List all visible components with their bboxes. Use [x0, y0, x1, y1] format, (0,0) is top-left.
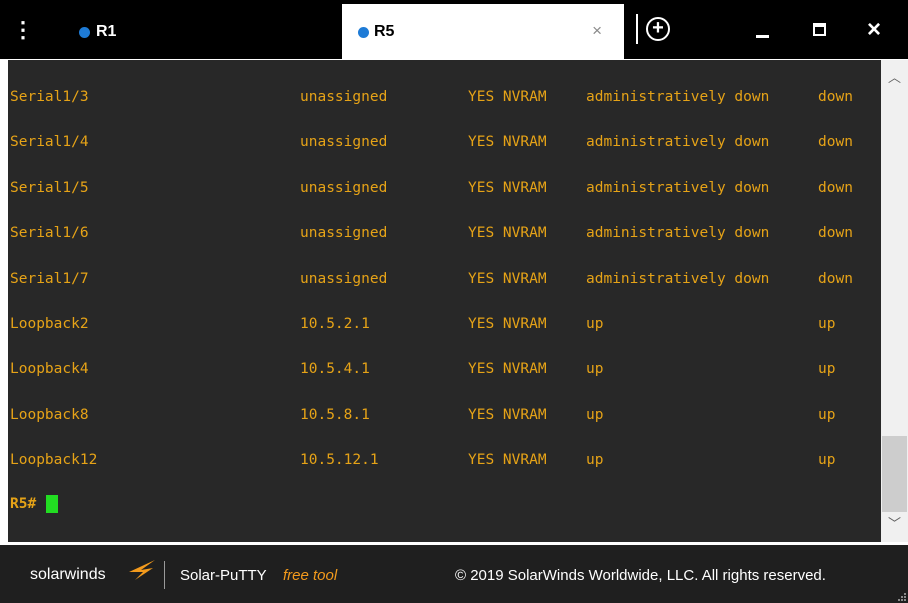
cell-status: administratively down — [586, 180, 770, 196]
cell-ok: YES NVRAM — [468, 225, 547, 241]
cell-ok: YES NVRAM — [468, 361, 547, 377]
footer-divider — [164, 561, 165, 589]
cell-ok: YES NVRAM — [468, 180, 547, 196]
cell-ip: unassigned — [300, 134, 388, 150]
cell-ip: 10.5.2.1 — [300, 316, 370, 332]
toolbar-divider — [636, 14, 638, 44]
window-left-edge — [0, 60, 8, 542]
new-tab-icon[interactable]: + — [646, 17, 670, 41]
command-prompt: R5# — [10, 496, 37, 512]
menu-icon[interactable]: ⋮ — [12, 18, 34, 42]
cell-protocol: down — [818, 180, 853, 196]
cell-protocol: down — [818, 89, 853, 105]
cell-protocol: up — [818, 452, 836, 468]
tab-r5[interactable]: R5 × — [342, 4, 624, 59]
cell-ip: unassigned — [300, 271, 388, 287]
tab-label: R5 — [374, 23, 395, 40]
cell-ip: unassigned — [300, 180, 388, 196]
title-bar: ⋮ R1 R5 × + × — [0, 0, 908, 59]
cell-protocol: up — [818, 407, 836, 423]
close-tab-icon[interactable]: × — [592, 21, 602, 41]
cell-protocol: down — [818, 225, 853, 241]
cell-iface: Serial1/4 — [10, 134, 89, 150]
cell-protocol: up — [818, 361, 836, 377]
solarwinds-flame-icon — [129, 560, 155, 580]
cell-status: administratively down — [586, 225, 770, 241]
cell-iface: Serial1/3 — [10, 89, 89, 105]
cell-status: administratively down — [586, 271, 770, 287]
cell-ok: YES NVRAM — [468, 134, 547, 150]
solarwinds-logo: solarwinds — [30, 566, 106, 583]
connection-status-icon — [79, 27, 90, 38]
cell-ok: YES NVRAM — [468, 89, 547, 105]
minimize-icon — [756, 35, 769, 38]
cell-status: administratively down — [586, 134, 770, 150]
cell-ip: unassigned — [300, 89, 388, 105]
vertical-scrollbar[interactable]: ︿ ﹀ — [881, 60, 908, 542]
minimize-button[interactable] — [745, 14, 781, 46]
cell-iface: Serial1/6 — [10, 225, 89, 241]
cell-ok: YES NVRAM — [468, 407, 547, 423]
cell-ok: YES NVRAM — [468, 316, 547, 332]
maximize-button[interactable] — [802, 14, 838, 46]
cell-iface: Loopback2 — [10, 316, 89, 332]
cell-status: up — [586, 316, 604, 332]
cell-iface: Loopback4 — [10, 361, 89, 377]
cell-iface: Loopback12 — [10, 452, 98, 468]
cell-status: up — [586, 361, 604, 377]
cell-protocol: up — [818, 316, 836, 332]
cell-ok: YES NVRAM — [468, 271, 547, 287]
cell-iface: Serial1/5 — [10, 180, 89, 196]
cell-ip: 10.5.12.1 — [300, 452, 379, 468]
maximize-icon — [813, 23, 826, 36]
scroll-up-icon[interactable]: ︿ — [881, 68, 908, 88]
close-window-button[interactable]: × — [856, 14, 892, 46]
cell-ip: 10.5.4.1 — [300, 361, 370, 377]
cell-iface: Serial1/7 — [10, 271, 89, 287]
copyright-text: © 2019 SolarWinds Worldwide, LLC. All ri… — [455, 567, 826, 584]
cell-ip: unassigned — [300, 225, 388, 241]
cell-status: up — [586, 407, 604, 423]
connection-status-icon — [358, 27, 369, 38]
text-cursor — [46, 495, 58, 513]
cell-protocol: down — [818, 134, 853, 150]
cell-status: up — [586, 452, 604, 468]
free-tool-tag: free tool — [283, 567, 338, 584]
cell-status: administratively down — [586, 89, 770, 105]
scrollbar-thumb[interactable] — [882, 436, 907, 512]
cell-protocol: down — [818, 271, 853, 287]
tab-label: R1 — [96, 23, 117, 40]
cell-ip: 10.5.8.1 — [300, 407, 370, 423]
resize-grip-icon[interactable] — [898, 593, 906, 601]
cell-ok: YES NVRAM — [468, 452, 547, 468]
status-footer: solarwinds Solar-PuTTY free tool © 2019 … — [0, 542, 908, 603]
cell-iface: Loopback8 — [10, 407, 89, 423]
scroll-down-icon[interactable]: ﹀ — [881, 514, 908, 534]
tab-r1[interactable]: R1 — [50, 4, 340, 59]
terminal-output[interactable]: R5# Serial1/3 unassigned YES NVRAM administ… — [8, 60, 881, 542]
product-name: Solar-PuTTY — [180, 567, 267, 584]
